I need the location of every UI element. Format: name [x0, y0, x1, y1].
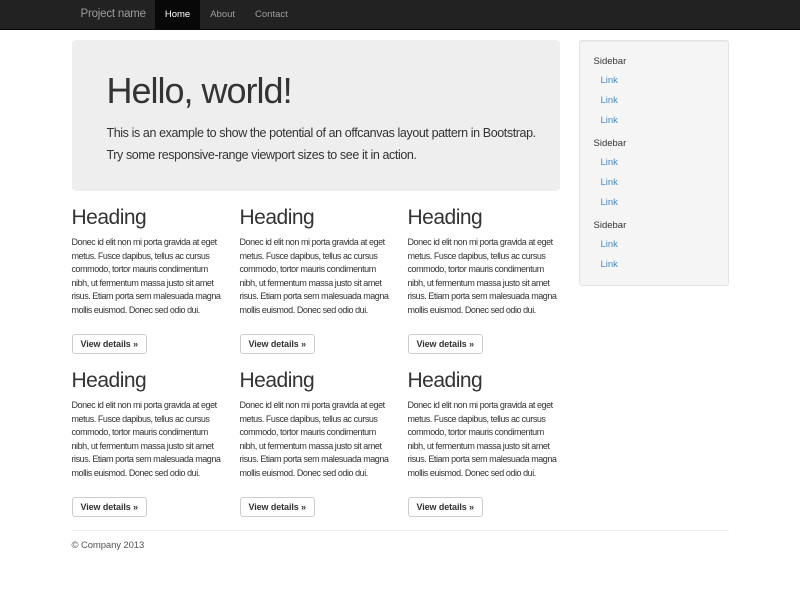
view-details-button[interactable]: View details » [240, 497, 315, 517]
list-item: Link [586, 255, 722, 275]
list-item: Link [586, 173, 722, 193]
navbar-container: Project name Home About Contact [72, 0, 729, 30]
view-details-button[interactable]: View details » [72, 334, 147, 354]
jumbotron: Hello, world! This is an example to show… [72, 40, 560, 191]
feature-card: Heading Donec id elit non mi porta gravi… [240, 191, 392, 354]
navbar: Project name Home About Contact [0, 0, 800, 30]
card-heading: Heading [240, 206, 392, 229]
card-body-text: Donec id elit non mi porta gravida at eg… [408, 236, 560, 331]
main-column: Hello, world! This is an example to show… [72, 30, 560, 517]
sidebar-well: Sidebar Link Link Link Sidebar Link Link… [579, 40, 729, 286]
nav-item-contact: Contact [245, 0, 298, 30]
jumbotron-description: This is an example to show the potential… [107, 122, 539, 166]
list-item: Link [586, 153, 722, 173]
cards-row-1: Heading Donec id elit non mi porta gravi… [72, 191, 560, 354]
view-details-button[interactable]: View details » [408, 497, 483, 517]
card-body-text: Donec id elit non mi porta gravida at eg… [240, 236, 392, 331]
view-details-button[interactable]: View details » [408, 334, 483, 354]
sidebar-link[interactable]: Link [586, 255, 722, 275]
copyright-text: © Company 2013 [72, 540, 729, 551]
cards-row-2: Heading Donec id elit non mi porta gravi… [72, 354, 560, 517]
feature-card: Heading Donec id elit non mi porta gravi… [240, 354, 392, 517]
sidebar-link-list: Link Link Link [586, 153, 722, 213]
list-item: Link [586, 91, 722, 111]
list-item: Link [586, 193, 722, 213]
card-body-text: Donec id elit non mi porta gravida at eg… [72, 236, 224, 331]
nav-item-home: Home [155, 0, 200, 30]
feature-card: Heading Donec id elit non mi porta gravi… [72, 354, 224, 517]
card-heading: Heading [72, 206, 224, 229]
feature-card: Heading Donec id elit non mi porta gravi… [408, 191, 560, 354]
content-row: Hello, world! This is an example to show… [72, 30, 729, 517]
nav-link-home[interactable]: Home [155, 0, 200, 30]
card-heading: Heading [240, 369, 392, 392]
feature-card: Heading Donec id elit non mi porta gravi… [72, 191, 224, 354]
view-details-button[interactable]: View details » [240, 334, 315, 354]
sidebar-link[interactable]: Link [586, 111, 722, 131]
nav-item-about: About [200, 0, 245, 30]
sidebar-link[interactable]: Link [586, 71, 722, 91]
sidebar-link[interactable]: Link [586, 193, 722, 213]
card-body-text: Donec id elit non mi porta gravida at eg… [72, 399, 224, 494]
sidebar-group-heading: Sidebar [594, 137, 722, 151]
sidebar-link-list: Link Link [586, 235, 722, 275]
footer-divider [72, 530, 729, 531]
card-body-text: Donec id elit non mi porta gravida at eg… [408, 399, 560, 494]
list-item: Link [586, 235, 722, 255]
sidebar-link[interactable]: Link [586, 173, 722, 193]
sidebar-group-heading: Sidebar [594, 55, 722, 69]
sidebar-group-heading: Sidebar [594, 219, 722, 233]
navbar-brand[interactable]: Project name [72, 0, 155, 30]
list-item: Link [586, 111, 722, 131]
nav-link-about[interactable]: About [200, 0, 245, 30]
feature-card: Heading Donec id elit non mi porta gravi… [408, 354, 560, 517]
list-item: Link [586, 71, 722, 91]
card-heading: Heading [72, 369, 224, 392]
sidebar-link[interactable]: Link [586, 91, 722, 111]
nav-link-contact[interactable]: Contact [245, 0, 298, 30]
navbar-menu: Home About Contact [155, 0, 298, 30]
card-heading: Heading [408, 369, 560, 392]
footer: © Company 2013 [72, 540, 729, 551]
sidebar-link-list: Link Link Link [586, 71, 722, 131]
sidebar-column: Sidebar Link Link Link Sidebar Link Link… [579, 30, 729, 286]
page-container: Hello, world! This is an example to show… [72, 30, 729, 551]
page-title: Hello, world! [107, 70, 532, 111]
sidebar-link[interactable]: Link [586, 153, 722, 173]
card-heading: Heading [408, 206, 560, 229]
view-details-button[interactable]: View details » [72, 497, 147, 517]
sidebar-link[interactable]: Link [586, 235, 722, 255]
card-body-text: Donec id elit non mi porta gravida at eg… [240, 399, 392, 494]
